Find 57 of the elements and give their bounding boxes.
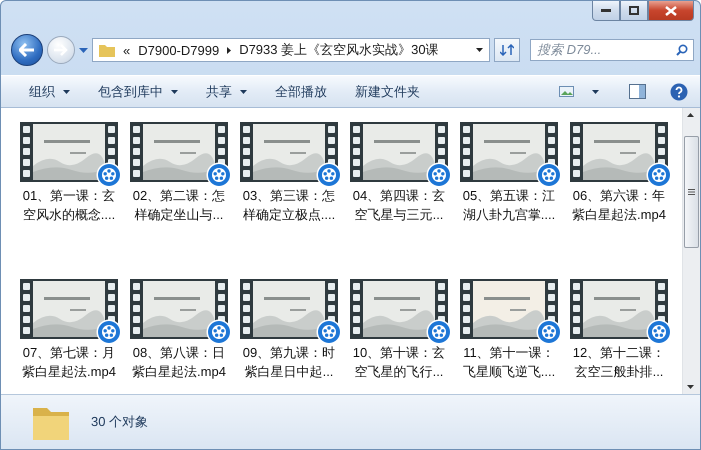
folder-icon [99, 43, 115, 57]
file-name[interactable]: 02、第二课：怎 样确定坐山与... [132, 186, 226, 224]
video-badge-icon [426, 162, 452, 188]
caret-icon [476, 48, 483, 52]
chevron-icon[interactable] [227, 46, 232, 54]
video-badge-icon [646, 162, 672, 188]
grip-icon [688, 189, 695, 195]
file-name[interactable]: 09、第九课：时 紫白星日中起... [242, 343, 336, 381]
file-name[interactable]: 08、第八课：日 紫白星起法.mp4 [132, 343, 226, 381]
video-badge-icon [536, 162, 562, 188]
video-badge-icon [426, 319, 452, 345]
item-count: 30 个对象 [91, 413, 148, 431]
maximize-icon [629, 6, 639, 15]
help-icon[interactable] [670, 82, 688, 100]
right-arrow-icon [54, 44, 68, 56]
caret-icon [592, 90, 599, 94]
refresh-icon [500, 44, 514, 56]
toolbar-button[interactable]: 共享 [194, 76, 259, 107]
file-name[interactable]: 06、第六课：年 紫白星起法.mp4 [572, 186, 666, 224]
scrollbar[interactable] [682, 108, 700, 394]
file-name[interactable]: 10、第十课：玄 空飞星的飞行... [352, 343, 446, 381]
video-badge-icon [96, 319, 122, 345]
address-bar[interactable]: « D7900-D7999 D7933 姜上《玄空风水实战》30课 [92, 38, 490, 62]
minimize-button[interactable] [592, 1, 620, 21]
history-caret-icon[interactable] [79, 48, 88, 52]
preview-pane-icon[interactable] [629, 84, 646, 99]
file-name[interactable]: 05、第五课：江 湖八卦九宫掌.... [462, 186, 556, 224]
toolbar-button[interactable]: 组织 [17, 76, 82, 107]
left-arrow-icon [19, 43, 35, 57]
maximize-button[interactable] [620, 1, 648, 21]
minimize-icon [601, 8, 611, 12]
breadcrumb-segment[interactable]: D7933 姜上《玄空风水实战》30课 [239, 41, 439, 59]
video-badge-icon [316, 319, 342, 345]
toolbar-button[interactable]: 新建文件夹 [343, 76, 432, 107]
refresh-button[interactable] [494, 38, 520, 62]
file-name[interactable]: 03、第三课：怎 样确定立极点.... [242, 186, 336, 224]
search-field[interactable]: 搜索 D79... [530, 39, 694, 61]
file-name[interactable]: 12、第十二课： 玄空三般卦排... [572, 343, 666, 381]
breadcrumb-segment[interactable]: D7900-D7999 [138, 42, 220, 58]
back-button[interactable] [11, 34, 43, 66]
file-name[interactable]: 01、第一课：玄 空风水的概念.... [22, 186, 116, 224]
close-button[interactable] [648, 1, 694, 21]
file-name[interactable]: 04、第四课：玄 空飞星与三元... [352, 186, 446, 224]
toolbar-button[interactable]: 全部播放 [263, 76, 339, 107]
video-badge-icon [316, 162, 342, 188]
video-badge-icon [206, 319, 232, 345]
video-badge-icon [206, 162, 232, 188]
breadcrumb-overflow[interactable]: « [123, 42, 130, 58]
toolbar-button[interactable]: 包含到库中 [86, 76, 190, 107]
file-name[interactable]: 07、第七课：月 紫白星起法.mp4 [22, 343, 116, 381]
file-name[interactable]: 11、第十一课： 飞星顺飞逆飞.... [462, 343, 556, 381]
video-badge-icon [96, 162, 122, 188]
view-options-icon[interactable] [559, 86, 574, 97]
search-icon [676, 44, 688, 56]
video-badge-icon [536, 319, 562, 345]
video-badge-icon [646, 319, 672, 345]
close-icon [665, 6, 677, 16]
